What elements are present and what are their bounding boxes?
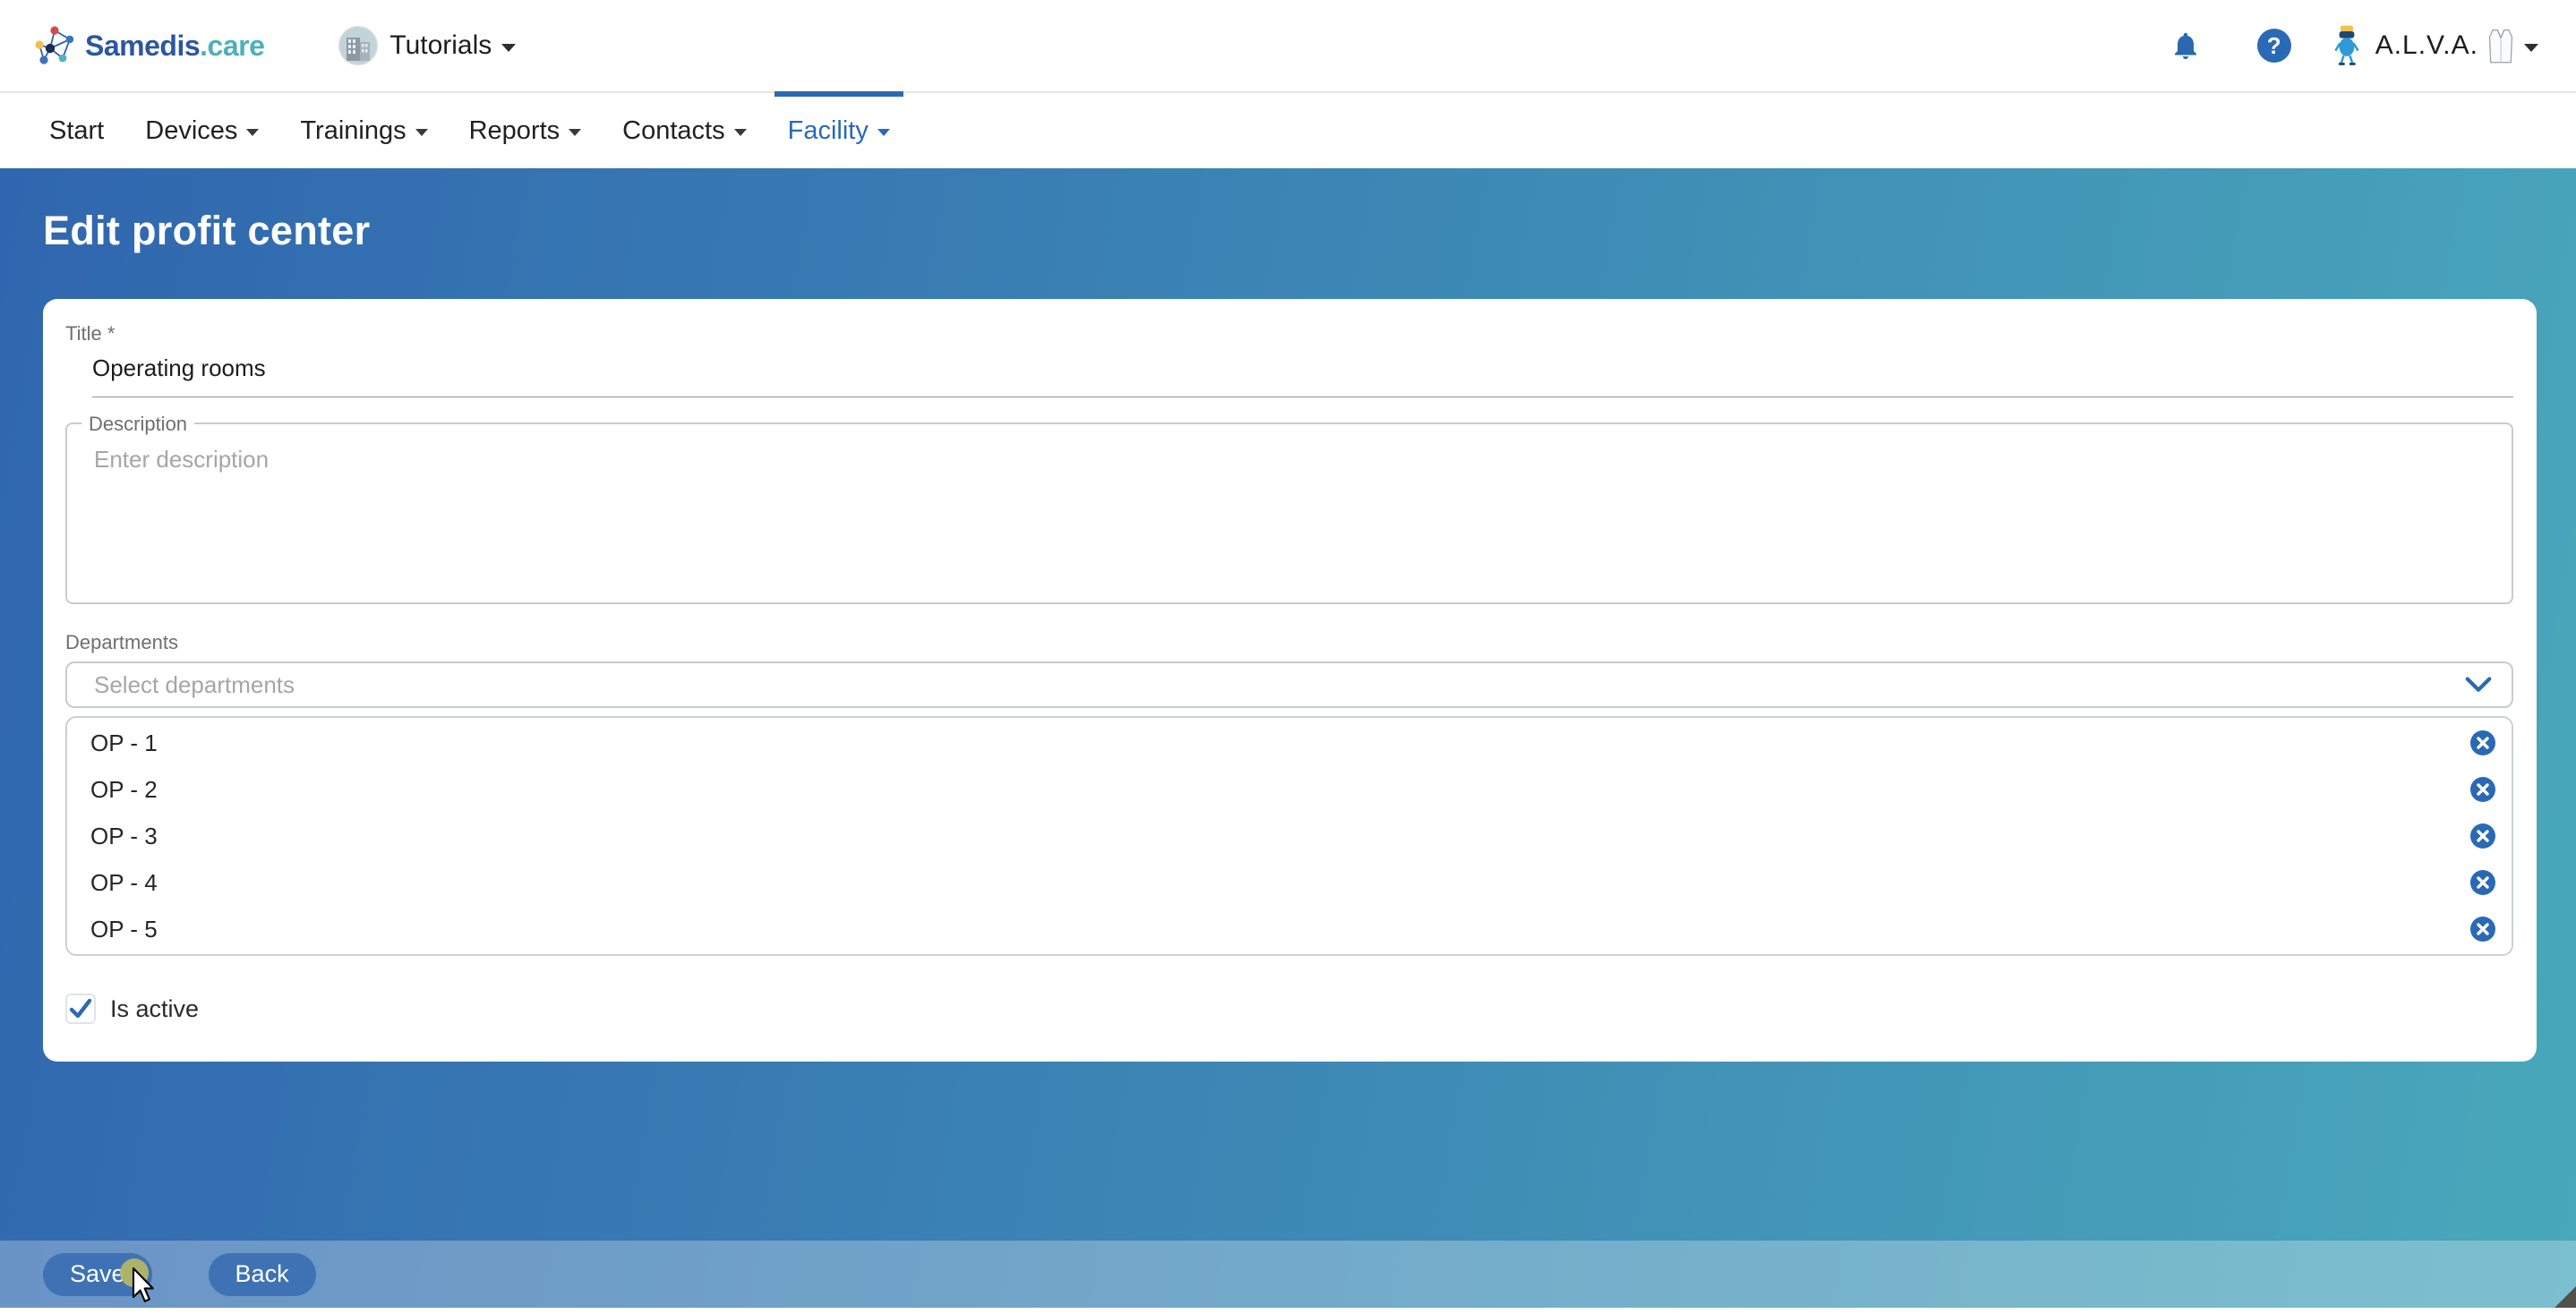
remove-x-icon: [2470, 917, 2495, 942]
corner-grip: [2555, 1286, 2576, 1308]
remove-x-icon: [2470, 777, 2495, 802]
chevron-down-icon: [415, 129, 428, 136]
page-title: Edit profit center: [0, 168, 2576, 254]
nav-tab-devices[interactable]: Devices: [132, 93, 272, 168]
nav-tab-trainings[interactable]: Trainings: [287, 93, 441, 168]
main-content: Edit profit center Title * Description D…: [0, 168, 2576, 1308]
departments-select-input[interactable]: [94, 671, 2465, 699]
bell-icon: [2169, 30, 2202, 62]
is-active-row: Is active: [65, 994, 2513, 1024]
remove-department-button[interactable]: [2470, 870, 2495, 895]
nav-tab-label: Trainings: [300, 116, 406, 146]
departments-label: Departments: [65, 631, 2513, 654]
selected-departments-list: OP - 1 OP - 2: [65, 716, 2513, 956]
brand-logo[interactable]: Samedis.care: [33, 24, 264, 67]
department-row: OP - 1: [67, 720, 2512, 766]
nav-tab-label: Start: [49, 116, 104, 146]
lab-coat-icon: [2487, 28, 2514, 64]
workspace-label: Tutorials: [389, 30, 492, 61]
user-menu[interactable]: A.L.V.A.: [2334, 25, 2538, 66]
department-row: OP - 2: [67, 766, 2512, 813]
title-field: Title *: [65, 322, 2513, 397]
remove-x-icon: [2470, 730, 2495, 755]
department-name: OP - 3: [90, 823, 158, 850]
notifications-button[interactable]: [2169, 30, 2202, 62]
departments-select[interactable]: [65, 661, 2513, 708]
select-chevron-down-icon: [2465, 677, 2492, 693]
building-avatar-icon: [339, 27, 377, 64]
department-row: OP - 5: [67, 906, 2512, 952]
nav-tab-facility[interactable]: Facility: [775, 93, 903, 168]
check-icon: [68, 996, 93, 1021]
description-field: Description: [65, 422, 2513, 604]
assistant-mascot-icon: [2334, 25, 2359, 66]
remove-department-button[interactable]: [2470, 730, 2495, 755]
title-input[interactable]: [92, 354, 2513, 382]
brand-wordmark: Samedis.care: [85, 30, 264, 63]
main-nav: Start Devices Trainings Reports Contacts: [0, 93, 2576, 168]
chevron-down-icon: [246, 129, 259, 136]
is-active-label: Is active: [110, 995, 199, 1023]
remove-department-button[interactable]: [2470, 917, 2495, 942]
department-name: OP - 4: [90, 869, 158, 897]
remove-x-icon: [2470, 823, 2495, 849]
molecule-logo-icon: [33, 24, 76, 67]
chevron-down-icon: [2524, 44, 2538, 52]
chevron-down-icon: [877, 129, 890, 136]
department-row: OP - 4: [67, 859, 2512, 906]
chevron-down-icon: [734, 129, 747, 136]
back-button[interactable]: Back: [209, 1253, 316, 1296]
chevron-down-icon: [501, 44, 516, 52]
nav-tab-label: Contacts: [622, 116, 724, 146]
help-button[interactable]: ?: [2257, 29, 2291, 63]
remove-department-button[interactable]: [2470, 823, 2495, 849]
top-actions: ? A.L.V.A.: [2169, 25, 2538, 66]
nav-tab-label: Reports: [469, 116, 561, 146]
action-bar: Save Back: [0, 1241, 2576, 1308]
remove-x-icon: [2470, 870, 2495, 895]
save-button[interactable]: Save: [43, 1253, 152, 1296]
workspace-selector[interactable]: Tutorials: [339, 27, 516, 64]
is-active-checkbox[interactable]: [65, 994, 96, 1024]
department-name: OP - 2: [90, 776, 158, 804]
workspace-avatar: [339, 27, 377, 64]
department-row: OP - 3: [67, 813, 2512, 859]
nav-tab-reports[interactable]: Reports: [456, 93, 595, 168]
department-name: OP - 5: [90, 916, 158, 943]
nav-tab-start[interactable]: Start: [36, 93, 117, 168]
nav-tab-contacts[interactable]: Contacts: [609, 93, 759, 168]
description-field-label: Description: [81, 413, 194, 436]
app-root: Samedis.care Tutorials: [0, 0, 2576, 1308]
description-textarea[interactable]: [94, 446, 2490, 580]
title-field-label: Title *: [65, 322, 2513, 346]
nav-tab-label: Facility: [788, 116, 869, 146]
chevron-down-icon: [569, 129, 581, 136]
user-name: A.L.V.A.: [2375, 30, 2478, 61]
help-icon: ?: [2257, 29, 2291, 63]
nav-tab-label: Devices: [145, 116, 237, 146]
top-bar: Samedis.care Tutorials: [0, 0, 2576, 93]
department-name: OP - 1: [90, 730, 158, 757]
edit-profit-center-form: Title * Description Departments: [43, 299, 2537, 1062]
remove-department-button[interactable]: [2470, 777, 2495, 802]
title-input-wrap: [92, 346, 2513, 397]
